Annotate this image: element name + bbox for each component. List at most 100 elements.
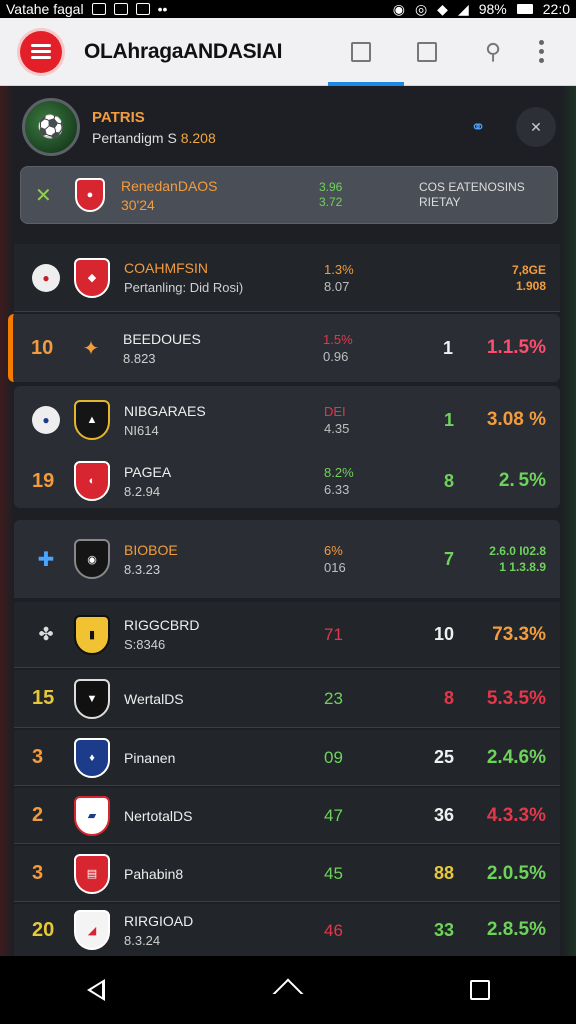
value: 88 <box>433 863 454 883</box>
team-subtitle-value: 8.208 <box>180 129 216 146</box>
table-row[interactable]: ✚ ◉ BIOBOE 8.3.23 6% 016 7 2.6.0 I02.8 1… <box>14 520 560 598</box>
featured-stat-1: 3.96 <box>319 180 343 194</box>
image-icon <box>113 3 128 15</box>
team-name: BEEDOUES <box>123 330 201 347</box>
vibrate-icon: ◎ <box>414 0 428 17</box>
pct: 2.0.5% <box>486 862 546 884</box>
menu-icon <box>31 44 51 47</box>
app-bar: OLAhragaANDASIAI ⚲ <box>0 18 576 86</box>
team-name: PAGEA <box>124 463 172 480</box>
table-row[interactable]: 10 ✦ BEEDOUES 8.823 1.5% 0.96 1 1.1.5% <box>8 314 560 382</box>
team-name: Pahabin8 <box>124 865 184 882</box>
menu-icon-bar <box>31 50 51 53</box>
table-row[interactable]: 20 ◢ RIRGIOAD 8.3.24 46 33 2.8.5% <box>14 904 560 956</box>
stat-1: 23 <box>324 689 343 708</box>
stat-2: 8.07 <box>324 278 350 294</box>
value: 1 <box>442 337 453 358</box>
overflow-menu-button[interactable] <box>526 40 556 63</box>
team-crest: ▲ <box>74 400 110 440</box>
pct: 73.3% <box>492 623 546 645</box>
stat-2: 4.35 <box>324 421 350 436</box>
calendar-icon <box>417 41 437 62</box>
featured-sub: 30'24 <box>121 196 155 213</box>
pct-1: 2.6.0 I02.8 <box>489 544 546 558</box>
close-icon: ✕ <box>530 118 542 135</box>
team-name: COAHMFSIN <box>124 260 208 276</box>
rank: 10 <box>31 336 54 359</box>
featured-card[interactable]: ✕ ● RenedanDAOS 30'24 3.96 3.72 Cos Eate… <box>20 166 558 224</box>
team-crest: ▼ <box>74 678 110 719</box>
home-button[interactable] <box>258 960 318 1020</box>
team-crest: ♦ <box>74 737 110 778</box>
value: 8 <box>443 470 454 491</box>
featured-desc-1: Cos Eatenosins <box>419 180 525 194</box>
team-avatar[interactable]: ⚽ <box>22 98 80 156</box>
team-sub: 8.2.94 <box>124 483 161 499</box>
table-row[interactable]: ● ▲ NIBGARAES NI614 DEI 4.35 1 3.08 % <box>14 386 560 454</box>
value: 25 <box>433 747 454 767</box>
team-subtitle: Pertandigm S 8.208 <box>92 130 216 146</box>
pct-1: 7,8GE <box>511 262 546 277</box>
table-row[interactable]: 3 ♦ Pinanen 09 25 2.4.6% <box>14 730 560 786</box>
stat-1: 45 <box>324 864 343 883</box>
league-logo: ● <box>32 406 60 434</box>
team-crest: ◉ <box>74 539 110 579</box>
table-row[interactable]: 15 ▼ WertalDS 23 8 5.3.5% <box>14 670 560 728</box>
app-title: OLAhragaANDASIAI <box>84 39 283 63</box>
tab-link[interactable]: ⚲ <box>460 18 526 86</box>
close-button[interactable]: ✕ <box>516 107 556 147</box>
pct-2: 1 1.3.8.9 <box>499 560 546 574</box>
league-logo: ✤ <box>32 620 60 649</box>
instagram-icon <box>135 3 150 15</box>
table-row[interactable]: 3 ▤ Pahabin8 45 88 2.0.5% <box>14 846 560 902</box>
stat-2: 0.96 <box>323 349 349 364</box>
pct-2: 1.908 <box>515 278 546 293</box>
status-bar: Vatahe fagal •• ◉ ◎ ◆ ◢ 98% 22:0 <box>0 0 576 18</box>
team-name: PATRIS <box>92 108 145 126</box>
share-icon: ⚭ <box>470 116 486 137</box>
pct: 2.4.6% <box>486 746 546 768</box>
back-button[interactable] <box>66 960 126 1020</box>
share-button[interactable]: ⚭ <box>458 107 498 147</box>
table-row[interactable]: ● ◆ COAHMFSIN Pertanling: Did Rosi) 1.3%… <box>14 244 560 312</box>
value: 1 <box>443 409 454 430</box>
tab-standings[interactable] <box>328 18 404 86</box>
pct: 4.3.3% <box>486 804 546 826</box>
team-crest: ◐ <box>74 461 110 501</box>
system-nav-bar <box>0 956 576 1024</box>
team-crest: ▤ <box>74 853 110 894</box>
back-icon <box>87 979 105 1001</box>
table-row[interactable]: 2 ▰ NertotalDS 47 36 4.3.3% <box>14 788 560 844</box>
team-crest: ▰ <box>74 795 110 836</box>
kebab-icon-dot <box>538 49 544 54</box>
value: 36 <box>433 805 454 825</box>
table-row[interactable]: ✤ ▮ RIGGCBRD S:8346 71 10 73.3% <box>14 602 560 668</box>
pct-block: 7,8GE 1.908 <box>512 262 546 294</box>
tab-calendar[interactable] <box>394 18 460 86</box>
recents-icon <box>470 980 490 1000</box>
team-name: NIBGARAES <box>124 402 206 419</box>
carrier-text: Vatahe fagal <box>6 1 84 17</box>
menu-button[interactable] <box>20 30 62 73</box>
pct: 1.1.5% <box>486 337 546 358</box>
stat-1: 47 <box>324 806 343 825</box>
stat-1: 1.3% <box>324 261 354 277</box>
battery-icon <box>516 4 533 14</box>
team-name: BIOBOE <box>124 541 178 558</box>
home-icon <box>272 978 304 1010</box>
more-notifications-icon: •• <box>157 1 168 17</box>
recents-button[interactable] <box>450 960 510 1020</box>
table-row[interactable]: 19 ◐ PAGEA 8.2.94 8.2% 6.33 8 2. 5% <box>14 454 560 508</box>
value: 7 <box>443 548 454 569</box>
team-crest: ▮ <box>74 614 110 655</box>
kebab-icon <box>538 40 544 45</box>
team-header: ⚽ PATRIS Pertandigm S 8.208 ⚭ ✕ <box>22 96 556 158</box>
stat-1: 6% <box>324 543 343 558</box>
team-sub: S:8346 <box>124 637 166 652</box>
team-crest: ● <box>75 178 105 212</box>
pct-block: 2.6.0 I02.8 1 1.3.8.9 <box>489 543 546 575</box>
team-crest: ✦ <box>73 328 109 368</box>
team-name: WertalDS <box>124 690 184 707</box>
stat-1: DEI <box>324 404 346 419</box>
rank: 15 <box>32 687 55 709</box>
